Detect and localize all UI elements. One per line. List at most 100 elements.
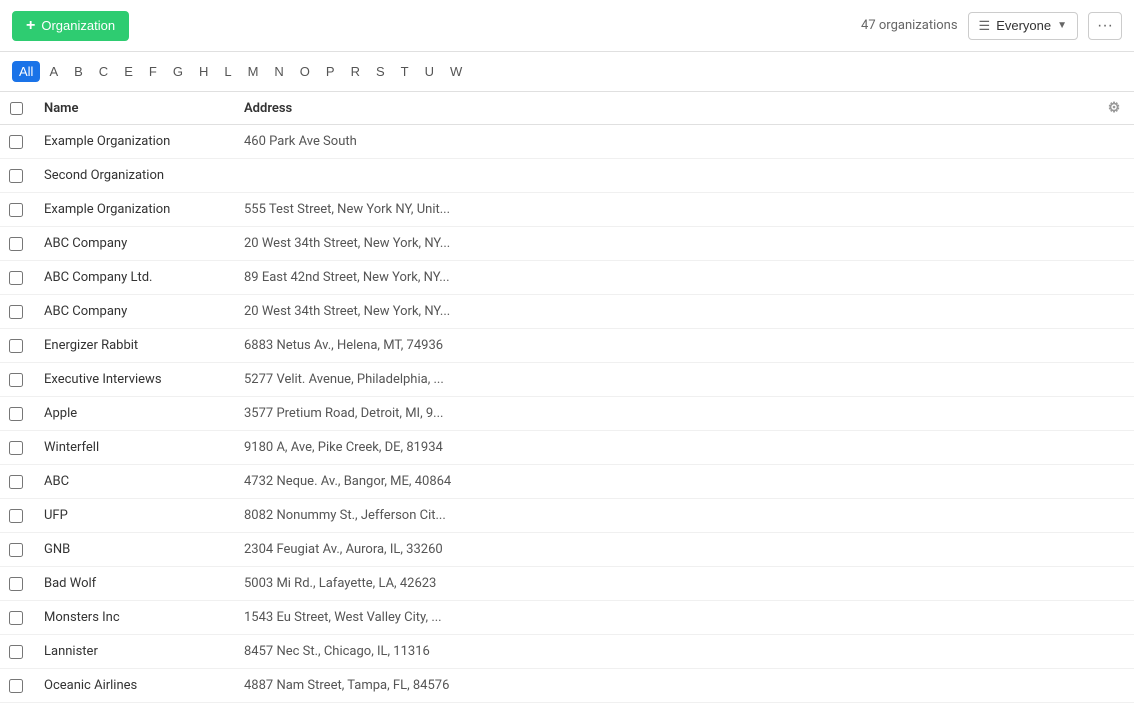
empty-cell xyxy=(463,703,1094,710)
org-address-cell: 1543 Eu Street, West Valley City, ... xyxy=(232,601,463,635)
org-address-cell: 9180 A, Ave, Pike Creek, DE, 81934 xyxy=(232,431,463,465)
alpha-btn-g[interactable]: G xyxy=(166,61,190,82)
row-settings-cell xyxy=(1094,159,1134,193)
row-checkbox-cell[interactable] xyxy=(0,499,32,533)
row-checkbox-cell[interactable] xyxy=(0,227,32,261)
row-checkbox-cell[interactable] xyxy=(0,533,32,567)
row-checkbox[interactable] xyxy=(9,509,23,523)
alpha-btn-all[interactable]: All xyxy=(12,61,40,82)
table-header-row: Name Address ⚙ xyxy=(0,92,1134,125)
table-row: ABC Company Ltd.89 East 42nd Street, New… xyxy=(0,261,1134,295)
alpha-btn-u[interactable]: U xyxy=(418,61,441,82)
org-address-cell: 89 East 42nd Street, New York, NY... xyxy=(232,261,463,295)
row-checkbox-cell[interactable] xyxy=(0,431,32,465)
row-checkbox-cell[interactable] xyxy=(0,295,32,329)
row-settings-cell xyxy=(1094,431,1134,465)
table-row: Example Organization555 Test Street, New… xyxy=(0,193,1134,227)
alpha-btn-a[interactable]: A xyxy=(42,61,65,82)
empty-cell xyxy=(463,295,1094,329)
row-checkbox[interactable] xyxy=(9,475,23,489)
org-address: 8082 Nonummy St., Jefferson Cit... xyxy=(244,508,446,523)
alpha-btn-p[interactable]: P xyxy=(319,61,342,82)
row-checkbox-cell[interactable] xyxy=(0,567,32,601)
row-checkbox-cell[interactable] xyxy=(0,125,32,159)
org-address-cell: 5277 Velit. Avenue, Philadelphia, ... xyxy=(232,363,463,397)
table-row: ABC 4732 Neque. Av., Bangor, ME, 40864 xyxy=(0,465,1134,499)
more-options-button[interactable]: ··· xyxy=(1088,12,1122,40)
row-checkbox-cell[interactable] xyxy=(0,329,32,363)
row-checkbox-cell[interactable] xyxy=(0,363,32,397)
alpha-btn-n[interactable]: N xyxy=(267,61,290,82)
settings-column-header[interactable]: ⚙ xyxy=(1094,92,1134,125)
org-address: 5277 Velit. Avenue, Philadelphia, ... xyxy=(244,372,444,387)
chevron-down-icon: ▼ xyxy=(1057,20,1067,31)
org-name-cell: GNB xyxy=(32,533,232,567)
org-address: 4732 Neque. Av., Bangor, ME, 40864 xyxy=(244,474,451,489)
row-checkbox[interactable] xyxy=(9,645,23,659)
org-name: Example Organization xyxy=(44,134,170,149)
row-checkbox[interactable] xyxy=(9,679,23,693)
row-settings-cell xyxy=(1094,465,1134,499)
alpha-btn-e[interactable]: E xyxy=(117,61,140,82)
row-checkbox-cell[interactable] xyxy=(0,669,32,703)
row-checkbox[interactable] xyxy=(9,271,23,285)
alpha-btn-l[interactable]: L xyxy=(217,61,238,82)
row-settings-cell xyxy=(1094,635,1134,669)
row-checkbox[interactable] xyxy=(9,441,23,455)
table-container[interactable]: Name Address ⚙ Example Organization460 P… xyxy=(0,92,1134,710)
row-checkbox[interactable] xyxy=(9,169,23,183)
org-address-cell: 555 Test Street, New York NY, Unit... xyxy=(232,193,463,227)
row-checkbox-cell[interactable] xyxy=(0,703,32,710)
org-name-cell: Second Organization xyxy=(32,159,232,193)
alpha-btn-b[interactable]: B xyxy=(67,61,90,82)
org-name: Executive Interviews xyxy=(44,372,162,387)
alpha-btn-r[interactable]: R xyxy=(344,61,367,82)
org-address-cell: 5003 Mi Rd., Lafayette, LA, 42623 xyxy=(232,567,463,601)
row-checkbox-cell[interactable] xyxy=(0,159,32,193)
alpha-btn-w[interactable]: W xyxy=(443,61,469,82)
row-checkbox[interactable] xyxy=(9,543,23,557)
row-checkbox[interactable] xyxy=(9,373,23,387)
alpha-btn-f[interactable]: F xyxy=(142,61,164,82)
row-checkbox[interactable] xyxy=(9,305,23,319)
table-row: UFP8082 Nonummy St., Jefferson Cit... xyxy=(0,499,1134,533)
org-address-cell: 20 West 34th Street, New York, NY... xyxy=(232,295,463,329)
alpha-btn-m[interactable]: M xyxy=(241,61,266,82)
org-address: 1543 Eu Street, West Valley City, ... xyxy=(244,610,442,625)
select-all-checkbox[interactable] xyxy=(10,102,23,115)
row-checkbox-cell[interactable] xyxy=(0,601,32,635)
org-name: ABC Company xyxy=(44,236,127,251)
row-checkbox[interactable] xyxy=(9,611,23,625)
alpha-btn-t[interactable]: T xyxy=(394,61,416,82)
select-all-header[interactable] xyxy=(0,92,32,125)
alpha-btn-s[interactable]: S xyxy=(369,61,392,82)
alpha-btn-o[interactable]: O xyxy=(293,61,317,82)
everyone-filter-button[interactable]: ☰ Everyone ▼ xyxy=(968,12,1078,40)
row-checkbox-cell[interactable] xyxy=(0,193,32,227)
row-checkbox[interactable] xyxy=(9,407,23,421)
empty-cell xyxy=(463,533,1094,567)
row-checkbox[interactable] xyxy=(9,339,23,353)
alpha-btn-h[interactable]: H xyxy=(192,61,215,82)
empty-cell xyxy=(463,261,1094,295)
row-checkbox[interactable] xyxy=(9,237,23,251)
org-address: 89 East 42nd Street, New York, NY... xyxy=(244,270,450,285)
alpha-nav: AllABCEFGHLMNOPRSTUW xyxy=(0,52,1134,92)
org-name-cell: ABC xyxy=(32,465,232,499)
table-row: GNB2304 Feugiat Av., Aurora, IL, 33260 xyxy=(0,533,1134,567)
row-checkbox-cell[interactable] xyxy=(0,397,32,431)
row-checkbox-cell[interactable] xyxy=(0,465,32,499)
row-checkbox[interactable] xyxy=(9,577,23,591)
row-checkbox[interactable] xyxy=(9,203,23,217)
org-name: Second Organization xyxy=(44,168,164,183)
table-row: Oceanic Airlines4887 Nam Street, Tampa, … xyxy=(0,669,1134,703)
row-checkbox-cell[interactable] xyxy=(0,635,32,669)
empty-cell xyxy=(463,227,1094,261)
row-checkbox[interactable] xyxy=(9,135,23,149)
add-organization-button[interactable]: + Organization xyxy=(12,11,129,41)
settings-icon[interactable]: ⚙ xyxy=(1108,100,1121,116)
row-checkbox-cell[interactable] xyxy=(0,261,32,295)
alpha-btn-c[interactable]: C xyxy=(92,61,115,82)
org-address: 6883 Netus Av., Helena, MT, 74936 xyxy=(244,338,443,353)
table-row: Second Organization xyxy=(0,159,1134,193)
